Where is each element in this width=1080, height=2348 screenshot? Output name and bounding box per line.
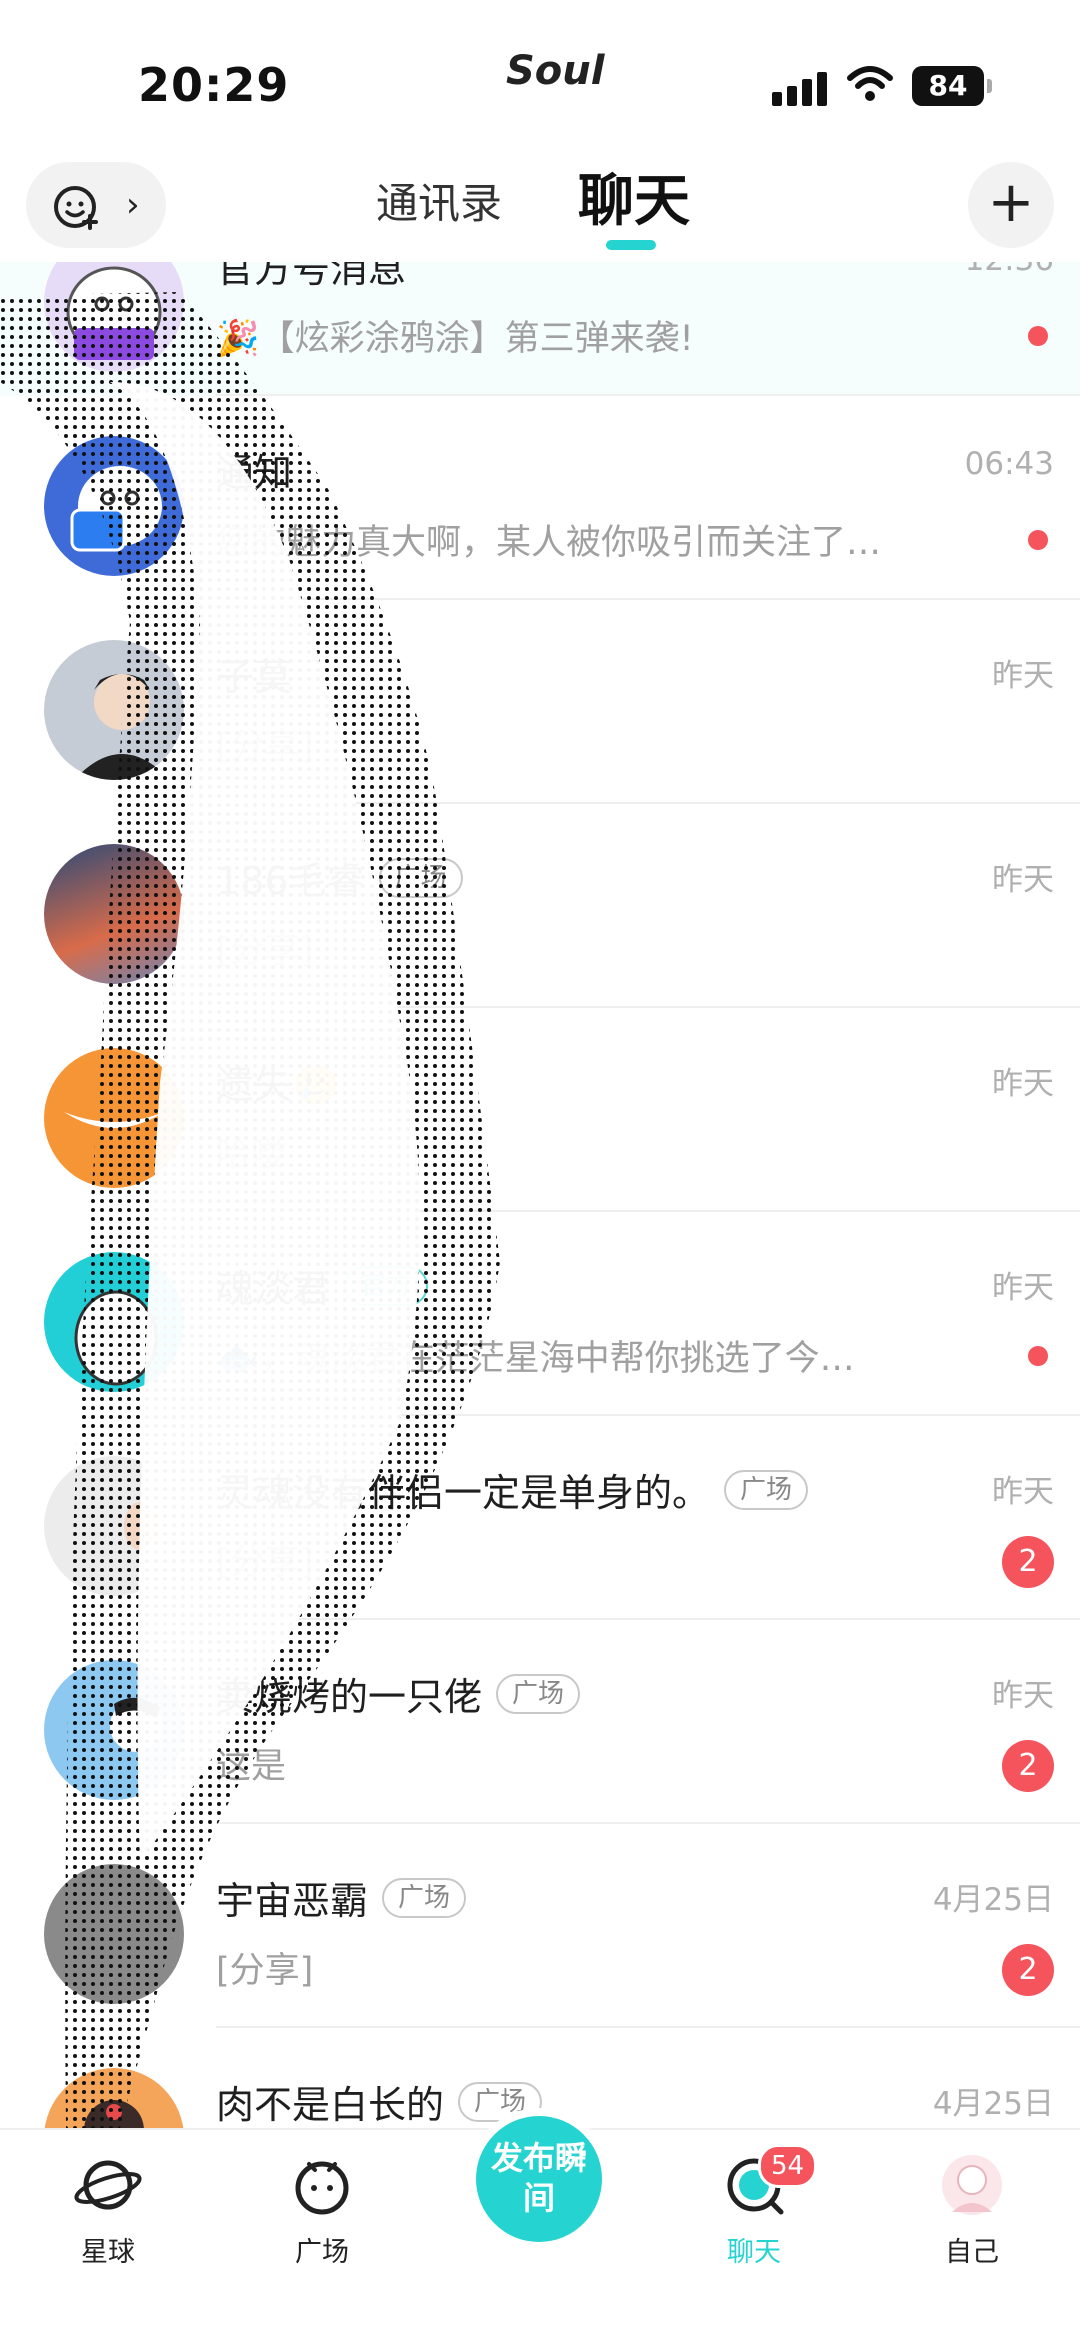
publish-moment-button[interactable]: 发布瞬间 xyxy=(476,2116,602,2242)
profile-avatar-icon xyxy=(942,2155,1002,2215)
chat-name: 宇宙恶霸 xyxy=(216,1879,369,1923)
avatar xyxy=(44,1864,184,2004)
avatar xyxy=(44,844,184,984)
chat-item[interactable]: 子莫 [分享] 昨天 xyxy=(0,600,1080,804)
unread-count-badge: 2 xyxy=(1002,1740,1054,1792)
chat-item[interactable]: 官方号消息 🎉【炫彩涂鸦涂】第三弹来袭! 12:36 xyxy=(0,262,1080,396)
top-header: › 通讯录 聊天 + xyxy=(0,150,1080,260)
chat-preview: [分享] xyxy=(216,931,314,971)
bottom-nav: 星球 广场 发布瞬间 54 聊天 自己 xyxy=(0,2116,1080,2348)
unread-dot xyxy=(1028,1346,1048,1366)
chat-preview: 哈喽 xyxy=(216,1135,287,1175)
active-tab-indicator xyxy=(606,240,656,250)
chat-name: 通知 xyxy=(216,451,293,495)
chat-item[interactable]: 肉不是白长的 广场 4月25日 xyxy=(0,2028,1080,2128)
chat-name: 186毛睿 xyxy=(216,859,365,903)
avatar xyxy=(44,2068,184,2128)
official-tag: 官方 xyxy=(344,1265,429,1306)
chat-preview: [分享] xyxy=(216,727,314,767)
nav-chat[interactable]: 54 聊天 xyxy=(694,2144,818,2269)
chat-item[interactable]: 通知 您的魅力真大啊，某人被你吸引而关注了… 06:43 xyxy=(0,396,1080,600)
avatar xyxy=(44,436,184,576)
user-avatar-image xyxy=(64,1112,164,1128)
chat-preview: [分享] xyxy=(216,1951,314,1991)
chat-name: 灵魂没有伴侣一定是单身的。 xyxy=(216,1471,711,1515)
chat-preview: [分享] xyxy=(216,1543,314,1583)
nav-label: 聊天 xyxy=(727,2237,781,2268)
mascot-avatar-image xyxy=(74,1290,158,1386)
chat-item[interactable]: 宇宙恶霸 广场 [分享] 4月25日 2 xyxy=(0,1824,1080,2028)
unread-count-badge: 2 xyxy=(1002,1536,1054,1588)
chat-time: 昨天 xyxy=(992,658,1054,694)
chat-item[interactable]: 卖烧烤的一只佬 广场 这是 昨天 2 xyxy=(0,1620,1080,1824)
mood-status-button[interactable]: › xyxy=(26,162,166,248)
chat-item[interactable]: 魂淡君 官方 🐟，魂淡君在茫茫星海中帮你挑选了今… 昨天 xyxy=(0,1212,1080,1416)
chat-name: 魂淡君 xyxy=(216,1267,331,1311)
nav-label: 星球 xyxy=(81,2237,135,2268)
chat-name: 肉不是白长的 xyxy=(216,2083,445,2127)
chat-preview: 您的魅力真大啊，某人被你吸引而关注了… xyxy=(216,523,882,563)
nav-me[interactable]: 自己 xyxy=(912,2150,1032,2269)
chat-time: 4月25日 xyxy=(932,1882,1054,1918)
user-avatar-image xyxy=(124,1502,156,1550)
avatar xyxy=(44,262,184,372)
user-avatar-image xyxy=(74,674,170,780)
square-tag: 广场 xyxy=(496,1673,581,1714)
user-avatar-image xyxy=(110,1697,162,1752)
avatar xyxy=(44,1252,184,1392)
chat-time: 昨天 xyxy=(992,862,1054,898)
chat-list: 官方号消息 🎉【炫彩涂鸦涂】第三弹来袭! 12:36 通知 您的魅力真大啊，某人… xyxy=(0,262,1080,2128)
chat-preview: 🎉【炫彩涂鸦涂】第三弹来袭! xyxy=(216,319,694,359)
chat-time: 昨天 xyxy=(992,1474,1054,1510)
nav-label: 自己 xyxy=(945,2237,999,2268)
chevron-right-icon: › xyxy=(126,185,140,225)
chat-preview: 🐟，魂淡君在茫茫星海中帮你挑选了今… xyxy=(216,1339,855,1379)
battery-indicator: 84 xyxy=(912,66,992,106)
unread-dot xyxy=(1028,530,1048,550)
unread-dot xyxy=(1028,326,1048,346)
notification-mascot-icon xyxy=(70,466,162,552)
chat-preview: 这是 xyxy=(216,1747,287,1787)
chat-time: 昨天 xyxy=(992,1678,1054,1714)
status-time: 20:29 xyxy=(138,58,290,112)
app-brand-label: Soul xyxy=(506,48,605,94)
unread-count-badge: 2 xyxy=(1002,1944,1054,1996)
chat-time: 12:36 xyxy=(965,262,1054,278)
status-bar: 20:29 Soul 84 xyxy=(0,0,1080,150)
chat-unread-badge: 54 xyxy=(758,2144,818,2188)
chat-item[interactable]: 186毛睿 广场 [分享] 昨天 xyxy=(0,804,1080,1008)
chat-time: 昨天 xyxy=(992,1066,1054,1102)
add-button[interactable]: + xyxy=(968,162,1054,248)
chat-time: 昨天 xyxy=(992,1270,1054,1306)
avatar xyxy=(44,1456,184,1596)
avatar xyxy=(44,640,184,780)
nav-square[interactable]: 广场 xyxy=(262,2150,382,2269)
tab-contacts[interactable]: 通讯录 xyxy=(376,170,502,231)
user-avatar-image xyxy=(84,2100,144,2128)
chat-item[interactable]: 遗失🥲 哈喽 昨天 xyxy=(0,1008,1080,1212)
tab-chat[interactable]: 聊天 xyxy=(578,156,690,237)
cellular-signal-icon xyxy=(772,70,828,106)
avatar xyxy=(44,1048,184,1188)
official-mascot-icon xyxy=(66,266,162,360)
square-tag: 广场 xyxy=(724,1469,809,1510)
square-tag: 广场 xyxy=(378,857,463,898)
chat-name: 子莫 xyxy=(216,655,293,699)
nav-planet[interactable]: 星球 xyxy=(48,2150,168,2269)
smiley-add-icon xyxy=(54,186,98,230)
nav-label: 广场 xyxy=(295,2237,349,2268)
square-tag: 广场 xyxy=(382,1877,467,1918)
planet-icon xyxy=(74,2160,142,2210)
chat-time: 4月25日 xyxy=(932,2086,1054,2122)
avatar xyxy=(44,1660,184,1800)
wifi-icon xyxy=(847,66,893,101)
chat-name: 官方号消息 xyxy=(216,262,407,291)
chat-item[interactable]: 灵魂没有伴侣一定是单身的。 广场 [分享] 昨天 2 xyxy=(0,1416,1080,1620)
square-tag: 广场 xyxy=(458,2081,543,2122)
chat-name: 遗失🥲 xyxy=(216,1063,340,1107)
square-icon xyxy=(295,2161,349,2215)
chat-name: 卖烧烤的一只佬 xyxy=(216,1675,483,1719)
chat-time: 06:43 xyxy=(964,446,1054,482)
